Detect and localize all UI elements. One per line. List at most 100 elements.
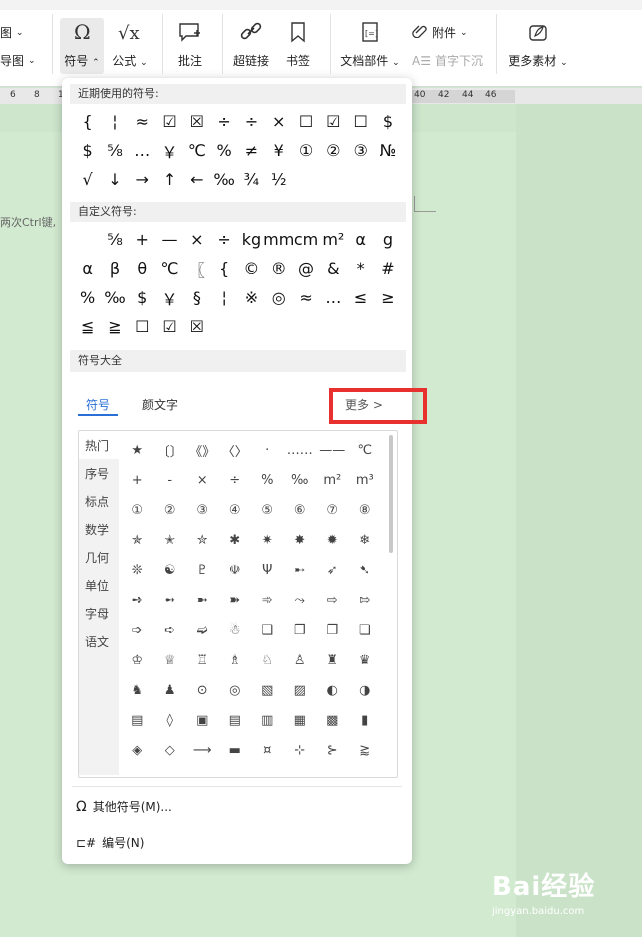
library-symbol-cell[interactable]: ★ bbox=[121, 435, 154, 465]
library-symbol-cell[interactable]: ▩ bbox=[316, 705, 349, 735]
category-item[interactable]: 数学 bbox=[79, 515, 119, 543]
custom-symbol-cell[interactable]: kg bbox=[238, 225, 265, 254]
library-symbol-cell[interactable]: ⊙ bbox=[186, 675, 219, 705]
library-symbol-cell[interactable]: ⑤ bbox=[251, 495, 284, 525]
library-symbol-cell[interactable]: ✮ bbox=[186, 525, 219, 555]
library-symbol-cell[interactable]: ⇨ bbox=[316, 585, 349, 615]
recent-symbol-cell[interactable]: ↑ bbox=[156, 165, 183, 194]
custom-symbol-cell[interactable]: ¦ bbox=[210, 283, 237, 312]
custom-symbol-cell[interactable]: ≥ bbox=[374, 283, 401, 312]
category-item[interactable]: 序号 bbox=[79, 459, 119, 487]
more-materials-button[interactable]: 更多素材 ⌄ bbox=[504, 18, 572, 69]
category-item[interactable]: 热门 bbox=[79, 431, 119, 459]
drop-cap-button[interactable]: A☰ 首字下沉 bbox=[412, 52, 483, 69]
category-item[interactable]: 标点 bbox=[79, 487, 119, 515]
custom-symbol-cell[interactable]: — bbox=[156, 225, 183, 254]
recent-symbol-cell[interactable]: ‰ bbox=[210, 165, 237, 194]
custom-symbol-cell[interactable]: ® bbox=[265, 254, 292, 283]
library-symbol-cell[interactable]: ❐ bbox=[316, 615, 349, 645]
category-item[interactable]: 几何 bbox=[79, 543, 119, 571]
library-symbol-cell[interactable]: ⪆ bbox=[349, 735, 382, 765]
library-symbol-cell[interactable]: ▣ bbox=[186, 705, 219, 735]
library-symbol-cell[interactable]: ✸ bbox=[284, 525, 317, 555]
library-symbol-cell[interactable]: —— bbox=[316, 435, 349, 465]
library-symbol-cell[interactable]: ➽ bbox=[219, 585, 252, 615]
custom-symbol-cell[interactable]: & bbox=[320, 254, 347, 283]
library-symbol-cell[interactable]: ¤ bbox=[251, 735, 284, 765]
recent-symbol-cell[interactable]: ⅝ bbox=[101, 136, 128, 165]
custom-symbol-cell[interactable]: cm bbox=[292, 225, 319, 254]
custom-symbol-cell[interactable]: ⅝ bbox=[101, 225, 128, 254]
library-symbol-cell[interactable]: ➪ bbox=[154, 615, 187, 645]
library-symbol-cell[interactable]: × bbox=[186, 465, 219, 495]
library-symbol-cell[interactable]: ▧ bbox=[251, 675, 284, 705]
custom-symbol-cell[interactable]: * bbox=[347, 254, 374, 283]
recent-symbol-cell[interactable]: … bbox=[129, 136, 156, 165]
recent-symbol-cell[interactable]: ￥ bbox=[156, 136, 183, 165]
recent-symbol-cell[interactable]: $ bbox=[374, 107, 401, 136]
library-symbol-cell[interactable]: ♞ bbox=[121, 675, 154, 705]
recent-symbol-cell[interactable]: ☐ bbox=[347, 107, 374, 136]
library-symbol-cell[interactable]: ✭ bbox=[154, 525, 187, 555]
custom-symbol-cell[interactable]: … bbox=[320, 283, 347, 312]
library-symbol-cell[interactable]: ❊ bbox=[121, 555, 154, 585]
custom-symbol-cell[interactable]: ‰ bbox=[101, 283, 128, 312]
custom-symbol-cell[interactable]: ≦ bbox=[74, 312, 101, 341]
custom-symbol-cell[interactable]: % bbox=[74, 283, 101, 312]
library-symbol-cell[interactable]: ☯ bbox=[154, 555, 187, 585]
library-symbol-cell[interactable]: ♗ bbox=[219, 645, 252, 675]
recent-symbol-cell[interactable]: ② bbox=[320, 136, 347, 165]
custom-symbol-cell[interactable]: ◎ bbox=[265, 283, 292, 312]
recent-symbol-cell[interactable]: № bbox=[374, 136, 401, 165]
library-symbol-cell[interactable]: ▬ bbox=[219, 735, 252, 765]
left-partial-bottom[interactable]: 导图 ⌄ bbox=[0, 52, 36, 69]
custom-symbol-cell[interactable]: 〖 bbox=[183, 254, 210, 283]
custom-symbol-cell[interactable]: ※ bbox=[238, 283, 265, 312]
recent-symbol-cell[interactable]: ☑ bbox=[156, 107, 183, 136]
library-symbol-cell[interactable]: ❒ bbox=[284, 615, 317, 645]
custom-symbol-cell[interactable]: $ bbox=[129, 283, 156, 312]
library-symbol-cell[interactable]: ÷ bbox=[219, 465, 252, 495]
document-text[interactable]: 两次Ctrl键, bbox=[0, 214, 56, 230]
recent-symbol-cell[interactable]: $ bbox=[74, 136, 101, 165]
library-symbol-cell[interactable]: ⇰ bbox=[349, 585, 382, 615]
custom-symbol-cell[interactable]: ☒ bbox=[183, 312, 210, 341]
formula-button[interactable]: √x 公式 ⌄ bbox=[108, 18, 152, 69]
library-symbol-cell[interactable]: ♛ bbox=[349, 645, 382, 675]
library-symbol-cell[interactable]: ⑦ bbox=[316, 495, 349, 525]
custom-symbol-cell[interactable]: { bbox=[210, 254, 237, 283]
library-symbol-cell[interactable]: ☃ bbox=[219, 615, 252, 645]
document-parts-button[interactable]: [=] 文档部件 ⌄ bbox=[338, 18, 402, 69]
library-symbol-cell[interactable]: ◑ bbox=[349, 675, 382, 705]
custom-symbol-cell[interactable]: ≧ bbox=[101, 312, 128, 341]
left-partial-top[interactable]: 图 ⌄ bbox=[0, 24, 24, 41]
recent-symbol-cell[interactable]: √ bbox=[74, 165, 101, 194]
custom-symbol-cell[interactable]: ≈ bbox=[292, 283, 319, 312]
library-symbol-cell[interactable]: · bbox=[251, 435, 284, 465]
recent-symbol-cell[interactable]: ☑ bbox=[320, 107, 347, 136]
recent-symbol-cell[interactable]: ③ bbox=[347, 136, 374, 165]
library-symbol-cell[interactable]: Ψ bbox=[251, 555, 284, 585]
recent-symbol-cell[interactable]: → bbox=[129, 165, 156, 194]
category-item[interactable]: 单位 bbox=[79, 571, 119, 599]
library-symbol-cell[interactable]: ♜ bbox=[316, 645, 349, 675]
library-symbol-cell[interactable]: ⊹ bbox=[284, 735, 317, 765]
recent-symbol-cell[interactable]: ¥ bbox=[265, 136, 292, 165]
symbol-button[interactable]: Ω 符号 ⌃ bbox=[60, 18, 104, 74]
library-symbol-cell[interactable]: ④ bbox=[219, 495, 252, 525]
library-symbol-cell[interactable]: ◐ bbox=[316, 675, 349, 705]
library-symbol-cell[interactable]: ▥ bbox=[251, 705, 284, 735]
custom-symbol-cell[interactable]: ☑ bbox=[156, 312, 183, 341]
library-symbol-cell[interactable]: ♟ bbox=[154, 675, 187, 705]
recent-symbol-cell[interactable]: ¦ bbox=[101, 107, 128, 136]
library-symbol-cell[interactable]: ♖ bbox=[186, 645, 219, 675]
library-symbol-cell[interactable]: ▦ bbox=[284, 705, 317, 735]
library-symbol-cell[interactable]: ◈ bbox=[121, 735, 154, 765]
custom-symbol-cell[interactable]: § bbox=[183, 283, 210, 312]
library-symbol-cell[interactable]: ⑥ bbox=[284, 495, 317, 525]
recent-symbol-cell[interactable]: ← bbox=[183, 165, 210, 194]
library-symbol-cell[interactable]: m³ bbox=[349, 465, 382, 495]
library-symbol-cell[interactable]: ▮ bbox=[349, 705, 382, 735]
library-symbol-cell[interactable]: ▤ bbox=[219, 705, 252, 735]
bookmark-button[interactable]: 书签 bbox=[276, 18, 320, 69]
